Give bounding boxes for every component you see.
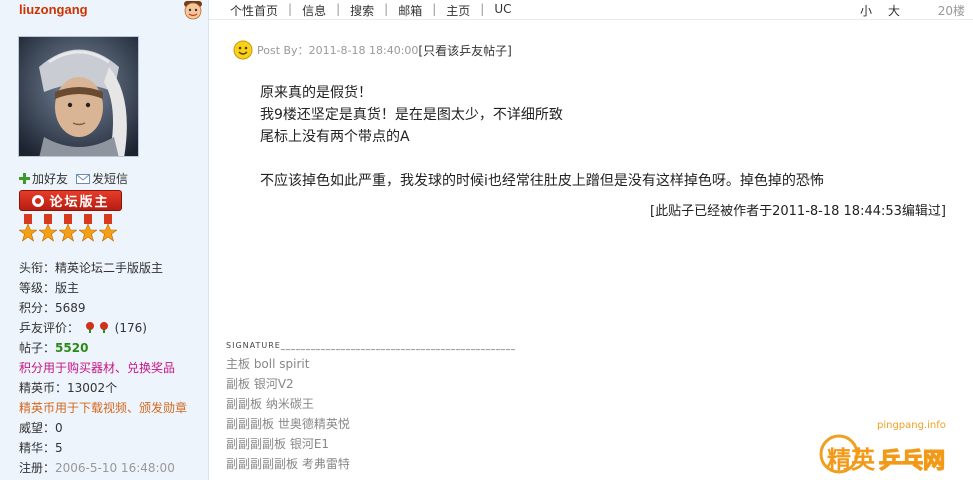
- font-large-button[interactable]: 大: [888, 2, 900, 19]
- edit-note: [此贴子已经被作者于2011-8-18 18:44:53编辑过]: [650, 204, 946, 219]
- smiley-icon: [233, 40, 253, 60]
- medal-icon: [99, 214, 117, 242]
- signature-line: 副副副副副板 考弗雷特: [226, 457, 350, 471]
- nav-homepage[interactable]: 个性首页: [226, 2, 282, 19]
- info-register: 注册：2006-5-10 16:48:00: [19, 461, 175, 475]
- post-line: 原来真的是假货！: [260, 85, 372, 101]
- post-top-nav: 个性首页 | 信息 | 搜索 | 邮箱 | 主页 | UC 小 大 20楼: [209, 0, 973, 20]
- watermark-url: pingpang.info: [877, 420, 946, 431]
- add-friend-label: 加好友: [32, 172, 69, 186]
- plus-icon: [19, 173, 30, 184]
- signature-line: 副副板 纳米碳王: [226, 397, 314, 411]
- user-face-icon: [184, 1, 202, 20]
- site-watermark-logo: pingpang.info 精英 乒乓网: [819, 420, 946, 475]
- info-essence: 精华：5: [19, 441, 63, 455]
- user-info: 头衔：精英论坛二手版版主 等级：版主 积分：5689 乒友评价： (176) 帖…: [19, 258, 187, 478]
- medal-row: [19, 214, 117, 248]
- profile-links: 个性首页 | 信息 | 搜索 | 邮箱 | 主页 | UC: [226, 2, 515, 19]
- font-small-button[interactable]: 小: [860, 2, 872, 19]
- nav-uc[interactable]: UC: [490, 2, 515, 19]
- user-avatar[interactable]: [18, 36, 139, 157]
- watermark-brand-a: 精英: [827, 446, 876, 474]
- nav-mainpage[interactable]: 主页: [442, 2, 474, 19]
- info-title: 头衔：精英论坛二手版版主: [19, 261, 164, 275]
- info-level: 等级：版主: [19, 281, 80, 295]
- moderator-badge: 论坛版主: [19, 190, 122, 211]
- post-line: 不应该掉色如此严重，我发球的时候i也经常往肚皮上蹭但是没有这样掉色呀。掉色掉的恐…: [260, 173, 824, 189]
- post-line: 尾标上没有两个带点的A: [260, 129, 410, 145]
- signature: 主板 boll spirit 副板 银河V2 副副板 纳米碳王 副副副板 世奥德…: [226, 354, 350, 474]
- font-size-control: 小 大: [860, 2, 900, 19]
- nav-info[interactable]: 信息: [298, 2, 330, 19]
- envelope-icon: [76, 173, 91, 184]
- post-line: 我9楼还坚定是真货！是在是图太少，不详细所致: [260, 107, 563, 123]
- info-prestige: 威望：0: [19, 421, 63, 435]
- info-posts: 帖子：5520: [19, 341, 89, 355]
- flower-icon: [32, 194, 45, 207]
- info-coins: 精英币：13002个: [19, 381, 118, 395]
- watermark-brand-b: 乒乓网: [879, 449, 945, 474]
- add-friend-link[interactable]: 加好友: [19, 170, 68, 187]
- signature-line: 主板 boll spirit: [226, 357, 310, 371]
- nav-mailbox[interactable]: 邮箱: [394, 2, 426, 19]
- nav-search[interactable]: 搜索: [346, 2, 378, 19]
- user-sidebar: liuzongang 加好友 发短信 论坛版主 头衔：精英论坛二手版版主 等级：…: [0, 0, 209, 480]
- username[interactable]: liuzongang: [19, 2, 88, 17]
- points-note[interactable]: 积分用于购买器材、兑换奖品: [19, 358, 187, 378]
- post-line: [260, 148, 824, 170]
- send-message-link[interactable]: 发短信: [76, 170, 128, 187]
- coins-note[interactable]: 精英币用于下载视频、颁发勋章: [19, 398, 187, 418]
- info-rating: 乒友评价： (176): [19, 321, 147, 335]
- floor-number: 20楼: [937, 4, 965, 18]
- flower-icon: [85, 322, 94, 333]
- only-author-link[interactable]: [只看该乒友帖子]: [418, 42, 511, 59]
- signature-header: SIGNATURE_______________________________…: [226, 341, 516, 350]
- signature-line: 副副副副板 银河E1: [226, 437, 330, 451]
- post-body: 原来真的是假货！ 我9楼还坚定是真货！是在是图太少，不详细所致 尾标上没有两个带…: [260, 82, 824, 192]
- signature-line: 副板 银河V2: [226, 377, 294, 391]
- signature-line: 副副副板 世奥德精英悦: [226, 417, 350, 431]
- send-message-label: 发短信: [92, 172, 129, 186]
- badge-label: 论坛版主: [49, 195, 110, 210]
- post-meta: Post By：2011-8-18 18:40:00 [只看该乒友帖子]: [233, 40, 512, 60]
- medal-icon: [59, 214, 77, 242]
- medal-icon: [19, 214, 37, 242]
- flower-icon: [99, 322, 108, 333]
- medal-icon: [39, 214, 57, 242]
- post-timestamp: Post By：2011-8-18 18:40:00: [257, 44, 419, 57]
- medal-icon: [79, 214, 97, 242]
- info-points: 积分：5689: [19, 301, 86, 315]
